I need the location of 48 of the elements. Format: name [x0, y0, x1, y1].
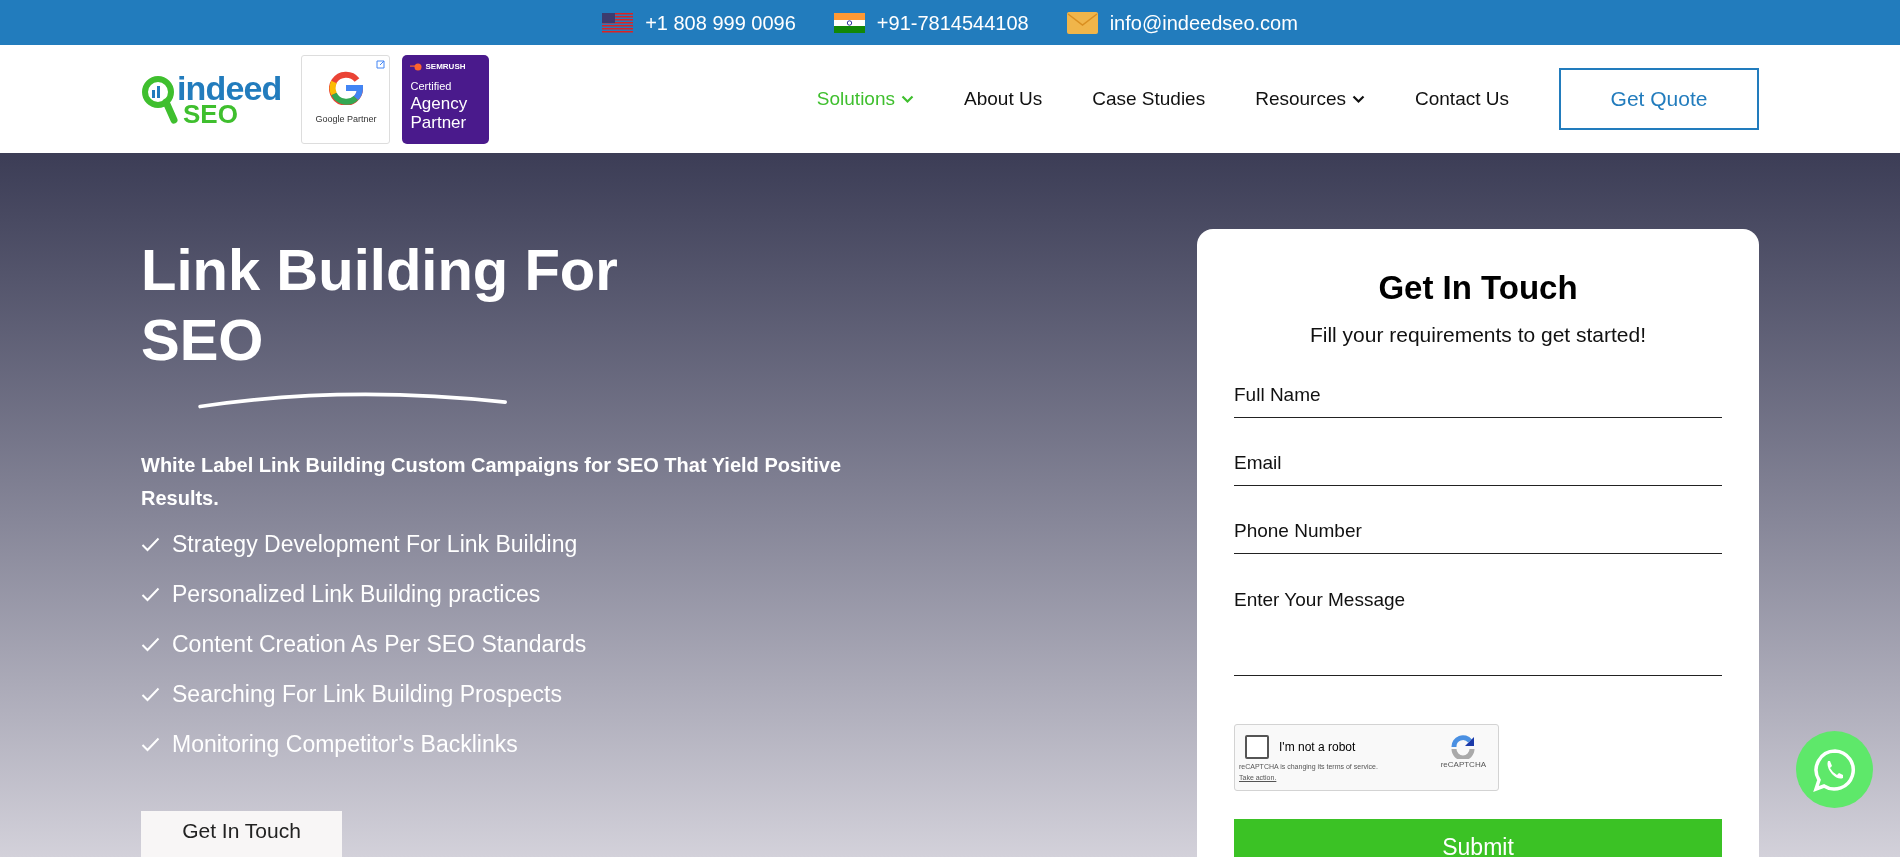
us-flag-icon — [602, 12, 634, 33]
get-quote-button[interactable]: Get Quote — [1559, 68, 1759, 130]
envelope-icon — [1066, 11, 1098, 34]
check-icon — [141, 637, 160, 652]
feature-text: Personalized Link Building practices — [172, 580, 541, 610]
india-flag-icon — [833, 12, 865, 33]
logo[interactable]: indeed SEO — [141, 71, 282, 127]
feature-text: Monitoring Competitor's Backlinks — [172, 730, 518, 760]
badge-brand: SEMRUSH — [425, 62, 466, 71]
google-g-icon — [329, 71, 363, 106]
get-in-touch-button[interactable]: Get In Touch — [141, 811, 342, 857]
text-field[interactable]: Email — [1234, 440, 1722, 486]
flame-icon — [410, 62, 423, 71]
chevron-down-icon — [901, 94, 914, 104]
text-field[interactable]: Phone Number — [1234, 508, 1722, 554]
contact-link[interactable]: +1 808 999 0096 — [645, 7, 796, 38]
hero-subtitle: White Label Link Building Custom Campaigns for SEO That Yield Positive Results. — [141, 453, 843, 512]
check-icon — [141, 687, 160, 702]
badge-label: Google Partner — [315, 113, 377, 127]
contact-link[interactable]: info@indeedseo.com — [1109, 7, 1298, 38]
nav-link[interactable]: Case Studies — [1092, 84, 1206, 114]
chevron-down-icon — [1352, 94, 1365, 104]
captcha-label: I'm not a robot — [1279, 739, 1356, 756]
nav-link[interactable]: Resources — [1255, 84, 1365, 114]
nav-link[interactable]: Contact Us — [1415, 84, 1509, 114]
captcha-checkbox[interactable] — [1245, 735, 1269, 759]
feature-text: Strategy Development For Link Building — [172, 530, 578, 560]
external-link-icon — [376, 59, 386, 69]
feature-text: Content Creation As Per SEO Standards — [172, 630, 587, 660]
check-icon — [141, 537, 160, 552]
text-field[interactable]: Full Name — [1234, 372, 1722, 418]
badge-certified: Certified — [410, 80, 453, 92]
form-subtitle: Fill your requirements to get started! — [1308, 321, 1648, 348]
captcha-brand: reCAPTCHA — [1440, 759, 1486, 771]
feature-text: Searching For Link Building Prospects — [172, 680, 562, 710]
magnifier-chart-icon — [141, 74, 179, 124]
message-field[interactable]: Enter Your Message — [1234, 576, 1722, 676]
nav-link[interactable]: About Us — [964, 84, 1043, 114]
form-title: Get In Touch — [1377, 268, 1579, 308]
recaptcha-logo-icon — [1450, 735, 1477, 759]
google-partner-badge[interactable]: Google Partner — [301, 54, 391, 144]
hero-title: Link Building For SEO — [141, 236, 619, 374]
badge-title: Agency Partner — [410, 93, 469, 132]
semrush-agency-badge[interactable]: SEMRUSH Certified Agency Partner — [402, 54, 490, 144]
check-icon — [141, 587, 160, 602]
chat-phone-icon — [1811, 746, 1858, 793]
contact-link[interactable]: +91-7814544108 — [876, 7, 1029, 38]
check-icon — [141, 737, 160, 752]
